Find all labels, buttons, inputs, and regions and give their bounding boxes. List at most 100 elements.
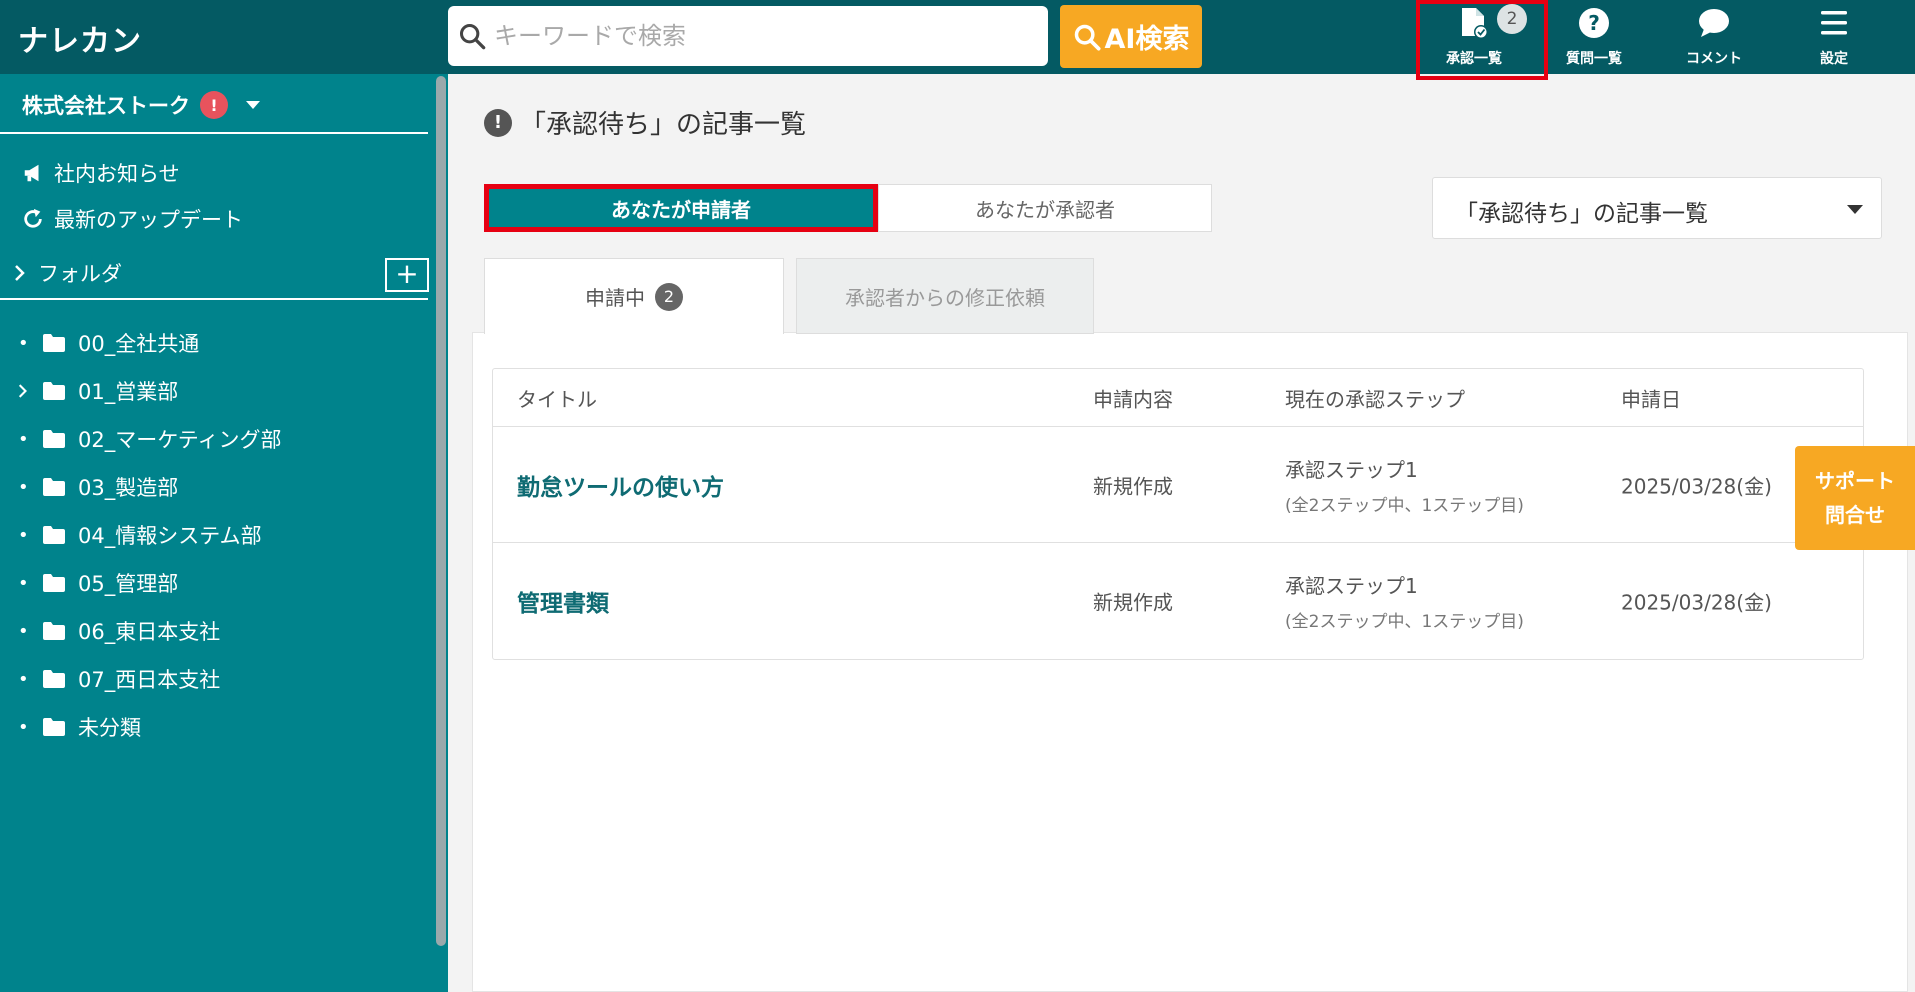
folder-icon xyxy=(43,478,65,496)
approval-count-badge: 2 xyxy=(1497,4,1527,34)
folder-section-toggle[interactable]: フォルダ xyxy=(14,258,122,288)
sidebar-scrollbar[interactable] xyxy=(436,76,446,946)
megaphone-icon xyxy=(24,164,39,182)
request-date: 2025/03/28(金) xyxy=(1621,474,1772,498)
sidebar-link-label: 最新のアップデート xyxy=(54,208,243,232)
add-folder-button[interactable]: + xyxy=(385,258,429,292)
folder-item[interactable]: • 06_東日本支社 xyxy=(18,616,220,646)
dropdown-value: 「承認待ち」の記事一覧 xyxy=(1455,201,1708,227)
refresh-icon xyxy=(24,208,42,228)
caret-down-icon xyxy=(246,101,260,109)
tab-label: 申請中 xyxy=(585,286,645,310)
chevron-right-icon xyxy=(15,265,25,281)
bullet-icon: • xyxy=(18,332,29,354)
folder-label: 02_マーケティング部 xyxy=(78,428,282,452)
bullet-icon: • xyxy=(18,428,29,450)
company-name: 株式会社ストーク xyxy=(22,94,190,118)
folder-icon xyxy=(43,670,65,688)
company-selector[interactable]: 株式会社ストーク ! xyxy=(22,90,260,120)
page-title: ! 「承認待ち」の記事一覧 xyxy=(484,104,806,141)
list-type-dropdown[interactable]: 「承認待ち」の記事一覧 xyxy=(1432,177,1882,239)
search-input[interactable] xyxy=(494,16,1034,56)
folder-label: 00_全社共通 xyxy=(78,332,200,356)
folder-item[interactable]: • 00_全社共通 xyxy=(18,328,199,358)
sidebar-link-label: 社内お知らせ xyxy=(54,162,180,186)
folder-item[interactable]: • 05_管理部 xyxy=(18,568,178,598)
request-content: 新規作成 xyxy=(1093,474,1173,498)
divider xyxy=(0,132,428,134)
step-label: 承認ステップ1 xyxy=(1285,457,1418,482)
folder-label: 07_西日本支社 xyxy=(78,668,221,692)
bullet-icon: • xyxy=(18,620,29,642)
sidebar-link-announcements[interactable]: 社内お知らせ xyxy=(22,158,180,188)
svg-text:?: ? xyxy=(1588,11,1600,35)
folder-item[interactable]: • 03_製造部 xyxy=(18,472,178,502)
nav-label: コメント xyxy=(1686,51,1742,67)
folder-item[interactable]: 01_営業部 xyxy=(18,376,178,406)
question-icon: ? xyxy=(1579,8,1609,38)
ai-search-button[interactable]: AI検索 xyxy=(1060,5,1202,68)
nav-question-list[interactable]: ? 質問一覧 xyxy=(1534,0,1654,74)
pending-count-badge: 2 xyxy=(655,282,683,311)
search-box[interactable] xyxy=(448,6,1048,66)
folder-icon xyxy=(43,334,65,352)
search-icon xyxy=(1074,24,1101,51)
chevron-right-icon xyxy=(18,384,27,398)
table-row[interactable]: 勤怠ツールの使い方 新規作成 承認ステップ1 (全2ステップ中、1ステップ目) … xyxy=(493,427,1863,543)
table-row[interactable]: 管理書類 新規作成 承認ステップ1 (全2ステップ中、1ステップ目) 2025/… xyxy=(493,543,1863,659)
segment-applicant[interactable]: あなたが申請者 xyxy=(484,184,878,232)
sidebar-link-updates[interactable]: 最新のアップデート xyxy=(22,204,243,234)
bullet-icon: • xyxy=(18,524,29,546)
approval-table: タイトル 申請内容 現在の承認ステップ 申請日 勤怠ツールの使い方 新規作成 承… xyxy=(492,368,1864,660)
column-header-date: 申請日 xyxy=(1621,387,1681,411)
folder-item[interactable]: • 07_西日本支社 xyxy=(18,664,220,694)
tab-revision-requests[interactable]: 承認者からの修正依頼 xyxy=(796,258,1094,334)
folder-label: 未分類 xyxy=(78,716,141,740)
support-label-1: サポート xyxy=(1815,469,1895,493)
folder-item[interactable]: • 04_情報システム部 xyxy=(18,520,262,550)
folder-label: 01_営業部 xyxy=(78,380,179,404)
top-header: ナレカン AI検索 承認一覧 2 ? 質問一覧 コメント 設定 xyxy=(0,0,1915,80)
article-title-link[interactable]: 管理書類 xyxy=(517,584,609,618)
nav-label: 承認一覧 xyxy=(1446,51,1502,67)
support-label-2: 問合せ xyxy=(1825,503,1885,527)
main-content: ! 「承認待ち」の記事一覧 あなたが申請者 あなたが承認者 「承認待ち」の記事一… xyxy=(448,74,1915,992)
approval-step: 承認ステップ1 (全2ステップ中、1ステップ目) xyxy=(1285,454,1524,516)
step-label: 承認ステップ1 xyxy=(1285,574,1418,598)
divider xyxy=(0,298,428,300)
nav-settings[interactable]: 設定 xyxy=(1774,0,1894,74)
column-header-step: 現在の承認ステップ xyxy=(1285,387,1465,411)
tab-pending[interactable]: 申請中 2 xyxy=(484,258,784,334)
caret-down-icon xyxy=(1847,205,1863,214)
nav-label: 質問一覧 xyxy=(1566,51,1622,67)
folder-icon xyxy=(43,718,65,736)
folder-header-label: フォルダ xyxy=(38,262,122,286)
folder-item[interactable]: • 未分類 xyxy=(18,712,141,742)
support-contact-button[interactable]: サポート 問合せ xyxy=(1795,446,1915,550)
folder-icon xyxy=(43,430,65,448)
folder-label: 03_製造部 xyxy=(78,476,179,500)
segment-approver[interactable]: あなたが承認者 xyxy=(878,184,1212,232)
bullet-icon: • xyxy=(18,716,29,738)
sidebar: 株式会社ストーク ! 社内お知らせ 最新のアップデート フォルダ + • 00_全… xyxy=(0,74,448,992)
alert-badge: ! xyxy=(200,91,228,119)
folder-label: 05_管理部 xyxy=(78,572,179,596)
request-date: 2025/03/28(金) xyxy=(1621,590,1772,615)
request-content: 新規作成 xyxy=(1093,590,1173,615)
app-logo[interactable]: ナレカン xyxy=(18,16,142,60)
folder-item[interactable]: • 02_マーケティング部 xyxy=(18,424,282,454)
bullet-icon: • xyxy=(18,668,29,690)
column-header-title: タイトル xyxy=(517,387,597,411)
search-icon xyxy=(459,23,486,50)
bullet-icon: • xyxy=(18,572,29,594)
column-header-content: 申請内容 xyxy=(1093,387,1173,411)
folder-icon xyxy=(43,382,65,400)
tab-label: 承認者からの修正依頼 xyxy=(845,285,1045,310)
article-title-link[interactable]: 勤怠ツールの使い方 xyxy=(517,468,724,502)
nav-comments[interactable]: コメント xyxy=(1654,0,1774,74)
step-detail: (全2ステップ中、1ステップ目) xyxy=(1285,495,1524,516)
comment-icon xyxy=(1699,9,1729,37)
approval-step: 承認ステップ1 (全2ステップ中、1ステップ目) xyxy=(1285,570,1524,632)
step-detail: (全2ステップ中、1ステップ目) xyxy=(1285,612,1524,632)
nav-label: 設定 xyxy=(1820,51,1848,67)
